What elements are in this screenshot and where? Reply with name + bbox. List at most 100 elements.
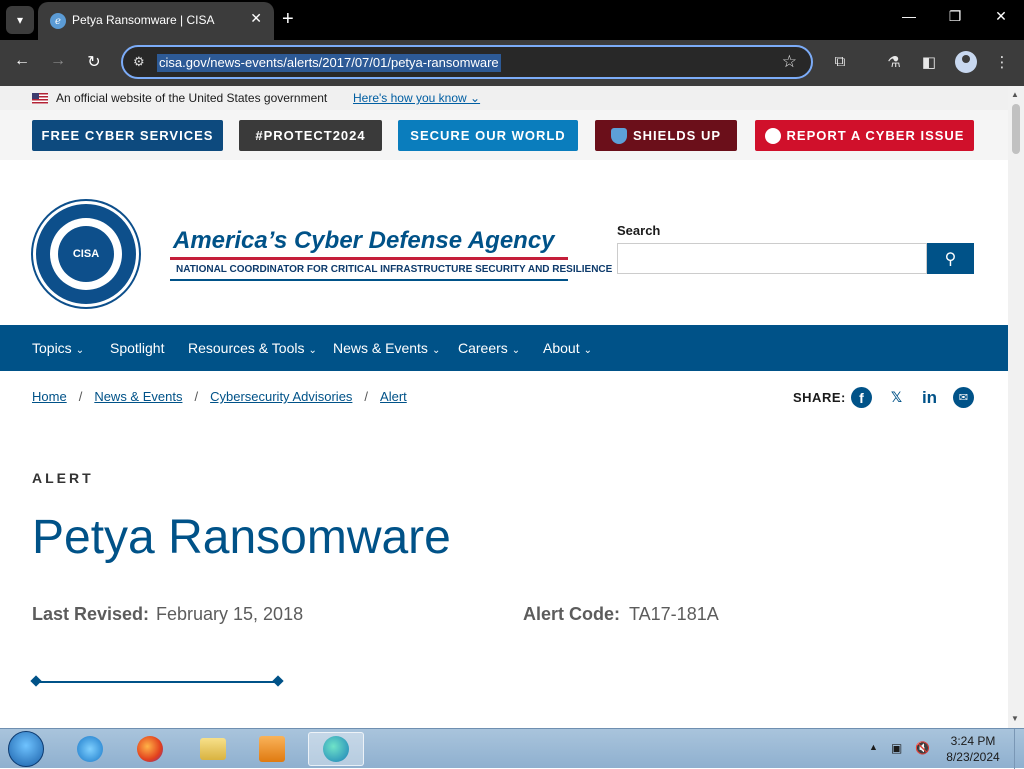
reload-icon[interactable]: ↻ <box>82 52 106 72</box>
divider-diamond-left <box>30 675 42 687</box>
windows-taskbar: ▲ ▣ 🔇 3:24 PM 8/23/2024 <box>0 728 1024 769</box>
profile-avatar-icon[interactable] <box>955 51 977 73</box>
page-title: Petya Ransomware <box>32 511 451 564</box>
secure-our-world-button[interactable]: SECURE OUR WORLD <box>398 120 578 151</box>
browser-tab-active[interactable]: e Petya Ransomware | CISA ✕ <box>38 2 274 40</box>
extensions-icon[interactable]: ⧉ <box>829 53 851 70</box>
page-viewport: An official website of the United States… <box>0 86 1008 728</box>
title-rule-red <box>170 257 568 260</box>
us-flag-icon <box>32 93 48 104</box>
breadcrumb-news-events[interactable]: News & Events <box>94 389 182 404</box>
shield-icon <box>610 127 627 144</box>
nav-careers-label: Careers <box>458 340 508 356</box>
scroll-thumb[interactable] <box>1012 104 1020 154</box>
nav-spotlight-label: Spotlight <box>110 340 165 356</box>
firefox-glyph <box>137 736 163 762</box>
labs-icon[interactable]: ⚗ <box>883 53 905 71</box>
x-twitter-icon[interactable]: 𝕏 <box>886 387 907 408</box>
show-desktop-button[interactable] <box>1014 729 1024 769</box>
nav-topics[interactable]: Topics ⌄ <box>32 340 84 356</box>
new-tab-icon[interactable]: + <box>282 8 294 30</box>
last-revised-label: Last Revised: <box>32 604 150 624</box>
network-icon[interactable]: ▣ <box>891 741 907 755</box>
window-restore-icon[interactable]: ❐ <box>940 8 970 25</box>
agency-title[interactable]: America’s Cyber Defense Agency <box>173 227 555 255</box>
search-label: Search <box>617 223 661 238</box>
forward-icon[interactable]: → <box>46 52 70 70</box>
nav-news-label: News & Events <box>333 340 428 356</box>
back-icon[interactable]: ← <box>10 52 34 70</box>
alert-type-label: ALERT <box>32 470 94 486</box>
volume-muted-icon[interactable]: 🔇 <box>915 741 931 755</box>
start-button[interactable] <box>8 731 44 767</box>
protect2024-button[interactable]: #PROTECT2024 <box>239 120 382 151</box>
browser-tab-bar: ▾ e Petya Ransomware | CISA ✕ + — ❐ ✕ <box>0 0 1024 40</box>
tray-expand-icon[interactable]: ▲ <box>869 742 878 752</box>
free-cyber-services-label: FREE CYBER SERVICES <box>41 128 214 143</box>
file-explorer-taskbar-icon[interactable] <box>185 732 241 766</box>
edge-taskbar-icon-active[interactable] <box>308 732 364 766</box>
search-button[interactable]: ⚲ <box>927 243 974 274</box>
side-panel-icon[interactable]: ◧ <box>918 53 940 71</box>
internet-explorer-taskbar-icon[interactable] <box>62 732 118 766</box>
menu-kebab-icon[interactable]: ⋮ <box>991 53 1013 71</box>
seal-core: CISA <box>58 226 114 282</box>
facebook-icon[interactable]: f <box>851 387 872 408</box>
email-icon[interactable]: ✉ <box>953 387 974 408</box>
shields-up-button[interactable]: SHIELDS UP <box>595 120 737 151</box>
last-revised-value: February 15, 2018 <box>156 604 304 624</box>
search-input[interactable] <box>617 243 927 274</box>
alert-code-label: Alert Code: <box>523 604 621 624</box>
section-divider <box>36 681 278 683</box>
window-minimize-icon[interactable]: — <box>894 8 924 24</box>
report-cyber-issue-button[interactable]: REPORT A CYBER ISSUE <box>755 120 974 151</box>
protect2024-label: #PROTECT2024 <box>255 128 366 143</box>
edge-glyph <box>323 736 349 762</box>
breadcrumb-separator: / <box>78 389 83 404</box>
chevron-down-icon: ⌄ <box>583 345 592 356</box>
firefox-taskbar-icon[interactable] <box>122 732 178 766</box>
bookmark-star-icon[interactable]: ☆ <box>782 52 797 72</box>
breadcrumb-separator: / <box>364 389 369 404</box>
heres-how-you-know-link[interactable]: Here's how you know ⌄ <box>353 91 480 105</box>
scroll-up-arrow-icon[interactable]: ▲ <box>1011 90 1019 99</box>
address-bar[interactable]: ⚙ cisa.gov/news-events/alerts/2017/07/01… <box>121 45 813 79</box>
tab-search-dropdown-icon[interactable]: ▾ <box>6 6 34 34</box>
nav-spotlight[interactable]: Spotlight <box>110 340 164 356</box>
chevron-down-icon: ⌄ <box>75 345 85 356</box>
tab-title: Petya Ransomware | CISA <box>72 13 215 27</box>
nav-about[interactable]: About ⌄ <box>543 340 592 356</box>
site-info-icon[interactable]: ⚙ <box>133 54 145 70</box>
media-glyph <box>259 736 285 762</box>
chevron-down-icon: ⌄ <box>431 345 441 356</box>
gov-banner: An official website of the United States… <box>0 86 1008 110</box>
url-text[interactable]: cisa.gov/news-events/alerts/2017/07/01/p… <box>157 54 501 72</box>
nav-news-events[interactable]: News & Events ⌄ <box>333 340 440 356</box>
breadcrumb-separator: / <box>194 389 199 404</box>
clock-date[interactable]: 8/23/2024 <box>940 750 1006 764</box>
gov-banner-text: An official website of the United States… <box>56 91 328 105</box>
report-cyber-issue-label: REPORT A CYBER ISSUE <box>786 128 965 143</box>
breadcrumb-home[interactable]: Home <box>32 389 67 404</box>
seal-ring: CISA <box>50 218 122 290</box>
nav-careers[interactable]: Careers ⌄ <box>458 340 520 356</box>
tab-close-icon[interactable]: ✕ <box>250 10 262 27</box>
cisa-seal-logo[interactable]: CISA <box>33 201 139 307</box>
breadcrumb-advisories[interactable]: Cybersecurity Advisories <box>210 389 352 404</box>
search-icon: ⚲ <box>944 250 957 268</box>
utility-bar: FREE CYBER SERVICES #PROTECT2024 SECURE … <box>0 110 1008 160</box>
agency-subtitle: NATIONAL COORDINATOR FOR CRITICAL INFRAS… <box>176 264 613 275</box>
media-player-taskbar-icon[interactable] <box>244 732 300 766</box>
page-scrollbar[interactable]: ▲ ▼ <box>1008 86 1024 728</box>
breadcrumb: Home / News & Events / Cybersecurity Advisor… <box>32 389 407 404</box>
free-cyber-services-button[interactable]: FREE CYBER SERVICES <box>32 120 223 151</box>
clock-time[interactable]: 3:24 PM <box>940 734 1006 748</box>
nav-resources-tools[interactable]: Resources & Tools ⌄ <box>188 340 317 356</box>
scroll-down-arrow-icon[interactable]: ▼ <box>1011 714 1019 723</box>
window-close-icon[interactable]: ✕ <box>986 8 1016 25</box>
nav-resources-label: Resources & Tools <box>188 340 305 356</box>
title-rule-blue <box>170 279 568 281</box>
linkedin-icon[interactable]: in <box>919 387 940 408</box>
breadcrumb-alert[interactable]: Alert <box>380 389 407 404</box>
folder-glyph <box>200 738 226 760</box>
